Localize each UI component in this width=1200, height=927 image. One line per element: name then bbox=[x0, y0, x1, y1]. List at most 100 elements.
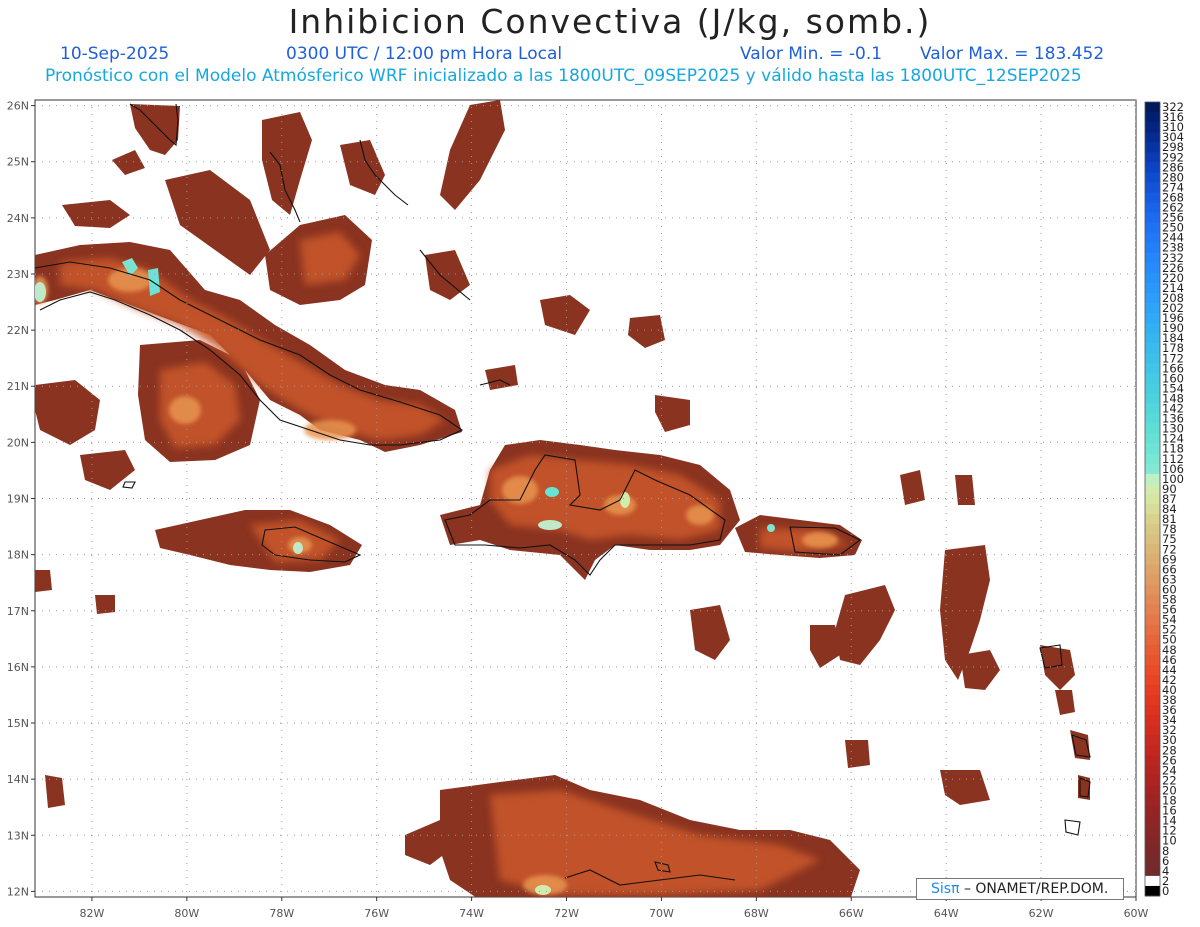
credit-box: Sisπ – ONAMET/REP.DOM. bbox=[916, 878, 1124, 900]
lat-tick-label: 19N bbox=[7, 493, 29, 506]
colorbar-cell bbox=[1145, 705, 1160, 716]
colorbar-cell bbox=[1145, 715, 1160, 726]
colorbar-cell bbox=[1145, 242, 1160, 254]
colorbar-cell bbox=[1145, 674, 1160, 686]
colorbar-cell bbox=[1145, 453, 1160, 465]
lat-tick-label: 17N bbox=[7, 605, 29, 618]
colorbar-cell bbox=[1145, 192, 1160, 203]
colorbar-cell bbox=[1145, 534, 1160, 545]
cin-patch-left-2 bbox=[45, 775, 65, 808]
lon-tick-label: 70W bbox=[649, 907, 674, 920]
colorbar-cell bbox=[1145, 303, 1160, 314]
colorbar-cell bbox=[1145, 775, 1160, 786]
lat-tick-label: 16N bbox=[7, 661, 29, 674]
colorbar-cell bbox=[1145, 182, 1160, 193]
cin-high-cuba-2 bbox=[148, 268, 160, 296]
colorbar-cell bbox=[1145, 745, 1160, 756]
colorbar-cell bbox=[1145, 443, 1160, 455]
colorbar-cell bbox=[1145, 202, 1160, 213]
cin-high-dr bbox=[620, 492, 630, 508]
cin-high-haiti bbox=[545, 487, 559, 497]
colorbar-cell bbox=[1145, 262, 1160, 274]
colorbar-cell bbox=[1145, 162, 1160, 173]
colorbar-cell bbox=[1145, 383, 1160, 394]
lon-tick-label: 82W bbox=[80, 907, 105, 920]
colorbar-cell bbox=[1145, 735, 1160, 746]
lat-tick-label: 18N bbox=[7, 549, 29, 562]
lat-tick-label: 20N bbox=[7, 436, 29, 449]
colorbar-cell bbox=[1145, 785, 1160, 796]
colorbar-cell bbox=[1145, 353, 1160, 364]
lat-tick-label: 14N bbox=[7, 773, 29, 786]
colorbar-cell bbox=[1145, 212, 1160, 224]
colorbar-cell bbox=[1145, 463, 1160, 475]
longitude-axis: 82W 80W 78W 76W 74W 72W 70W 68W 66W 64W 62W 60W bbox=[80, 897, 1149, 920]
cin-light-8 bbox=[169, 396, 201, 424]
credit-text: – ONAMET/REP.DOM. bbox=[963, 881, 1109, 897]
colorbar-cell bbox=[1145, 152, 1160, 163]
lon-tick-label: 74W bbox=[459, 907, 484, 920]
colorbar-cell bbox=[1145, 222, 1160, 234]
colorbar-cell bbox=[1145, 363, 1160, 374]
lat-tick-label: 12N bbox=[7, 885, 29, 898]
cin-patch-lesser-13 bbox=[845, 740, 870, 768]
colorbar-cell bbox=[1145, 102, 1160, 113]
colorbar-cell bbox=[1145, 755, 1160, 766]
colorbar-cell bbox=[1145, 504, 1160, 515]
colorbar-cell bbox=[1145, 815, 1160, 827]
colorbar-cell bbox=[1145, 684, 1160, 696]
lat-tick-label: 13N bbox=[7, 829, 29, 842]
lat-tick-label: 15N bbox=[7, 717, 29, 730]
colorbar-cell bbox=[1145, 604, 1160, 615]
colorbar-cell bbox=[1145, 473, 1160, 485]
colorbar-cell bbox=[1145, 845, 1160, 857]
colorbar-cell bbox=[1145, 282, 1160, 294]
cin-high-haiti-2 bbox=[538, 520, 562, 530]
colorbar-cell bbox=[1145, 122, 1160, 133]
colorbar-cell bbox=[1145, 694, 1160, 706]
colorbar-cell bbox=[1145, 493, 1160, 505]
cin-light-7 bbox=[802, 532, 838, 548]
lon-tick-label: 80W bbox=[174, 907, 199, 920]
lat-tick-label: 21N bbox=[7, 380, 29, 393]
colorbar-cell bbox=[1145, 855, 1160, 867]
colorbar-cell bbox=[1145, 654, 1160, 666]
colorbar-cell bbox=[1145, 835, 1160, 847]
colorbar-cell bbox=[1145, 423, 1160, 435]
colorbar-cell bbox=[1145, 805, 1160, 816]
lon-tick-label: 78W bbox=[269, 907, 294, 920]
colorbar-cell bbox=[1145, 765, 1160, 776]
colorbar-label: 0 bbox=[1162, 884, 1169, 898]
colorbar-cell bbox=[1145, 323, 1160, 334]
lat-tick-label: 23N bbox=[7, 268, 29, 281]
lon-tick-label: 66W bbox=[839, 907, 864, 920]
colorbar-cell bbox=[1145, 664, 1160, 676]
lon-tick-label: 68W bbox=[744, 907, 769, 920]
lon-tick-label: 76W bbox=[364, 907, 389, 920]
cin-light-5 bbox=[686, 505, 714, 525]
cin-high-jamaica bbox=[293, 542, 303, 554]
colorbar-cell bbox=[1145, 594, 1160, 605]
colorbar-cell bbox=[1145, 574, 1160, 585]
colorbar-cell bbox=[1145, 634, 1160, 646]
colorbar-cell bbox=[1145, 554, 1160, 565]
colorbar-cell bbox=[1145, 403, 1160, 414]
colorbar-cell bbox=[1145, 725, 1160, 736]
lon-tick-label: 64W bbox=[934, 907, 959, 920]
latitude-axis: 12N 13N 14N 15N 16N 17N 18N 19N 20N 21N 22N 23N 24N 2… bbox=[7, 100, 35, 898]
lon-tick-label: 62W bbox=[1029, 907, 1054, 920]
colorbar-cell bbox=[1145, 614, 1160, 626]
colorbar-cell bbox=[1145, 232, 1160, 244]
colorbar-cell bbox=[1145, 172, 1160, 183]
lon-tick-label: 60W bbox=[1124, 907, 1149, 920]
colorbar-cell bbox=[1145, 373, 1160, 384]
cin-high-cuba-3 bbox=[35, 282, 46, 302]
cin-map: 12N 13N 14N 15N 16N 17N 18N 19N 20N 21N 22N 23N 24N 2… bbox=[7, 99, 1184, 920]
colorbar-cell bbox=[1145, 544, 1160, 555]
sispi-logo: Sisπ bbox=[931, 881, 960, 897]
lon-tick-label: 72W bbox=[554, 907, 579, 920]
colorbar-cell bbox=[1145, 795, 1160, 806]
lat-tick-label: 26N bbox=[7, 100, 29, 113]
lat-tick-label: 25N bbox=[7, 156, 29, 169]
colorbar: 3223163103042982922862802742682622562502… bbox=[1144, 100, 1184, 898]
